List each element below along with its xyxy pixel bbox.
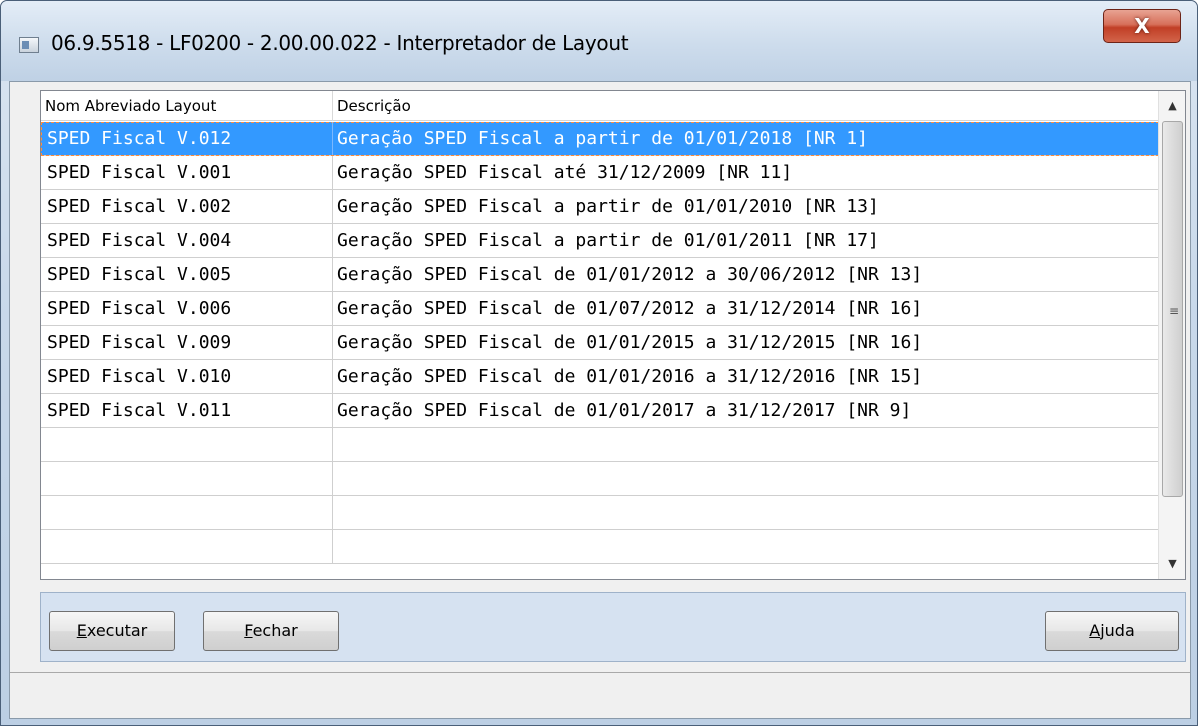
close-button[interactable]: X bbox=[1103, 9, 1181, 43]
executar-mnemonic: E bbox=[76, 621, 87, 640]
fechar-label: echar bbox=[252, 621, 298, 640]
table-row[interactable] bbox=[41, 496, 1159, 530]
cell-nome bbox=[41, 428, 333, 461]
fechar-mnemonic: F bbox=[244, 621, 253, 640]
scroll-down-icon[interactable]: ▼ bbox=[1159, 549, 1185, 579]
grid-rows: SPED Fiscal V.012 Geração SPED Fiscal a p… bbox=[41, 122, 1159, 564]
cell-nome: SPED Fiscal V.002 bbox=[41, 190, 333, 223]
table-row[interactable]: SPED Fiscal V.004 Geração SPED Fiscal a p… bbox=[41, 224, 1159, 258]
table-row[interactable]: SPED Fiscal V.001 Geração SPED Fiscal até… bbox=[41, 156, 1159, 190]
layout-grid[interactable]: Nom Abreviado Layout Descrição SPED Fisc… bbox=[40, 90, 1186, 580]
table-row[interactable]: SPED Fiscal V.010 Geração SPED Fiscal de … bbox=[41, 360, 1159, 394]
scroll-up-icon[interactable]: ▲ bbox=[1159, 91, 1185, 121]
window-title: 06.9.5518 - LF0200 - 2.00.00.022 - Inter… bbox=[51, 31, 629, 55]
table-row[interactable]: SPED Fiscal V.002 Geração SPED Fiscal a p… bbox=[41, 190, 1159, 224]
client-area: Nom Abreviado Layout Descrição SPED Fisc… bbox=[9, 81, 1191, 719]
table-row[interactable]: SPED Fiscal V.011 Geração SPED Fiscal de … bbox=[41, 394, 1159, 428]
table-row[interactable] bbox=[41, 428, 1159, 462]
ajuda-label: juda bbox=[1100, 621, 1135, 640]
cell-descricao: Geração SPED Fiscal de 01/01/2012 a 30/0… bbox=[337, 264, 923, 285]
ajuda-button[interactable]: Ajuda bbox=[1045, 611, 1179, 651]
cell-descricao: Geração SPED Fiscal de 01/01/2016 a 31/1… bbox=[337, 366, 923, 387]
cell-nome bbox=[41, 462, 333, 495]
cell-nome: SPED Fiscal V.001 bbox=[41, 156, 333, 189]
cell-nome: SPED Fiscal V.009 bbox=[41, 326, 333, 359]
cell-nome: SPED Fiscal V.005 bbox=[41, 258, 333, 291]
cell-nome: SPED Fiscal V.010 bbox=[41, 360, 333, 393]
column-header-nome[interactable]: Nom Abreviado Layout bbox=[41, 91, 333, 121]
cell-descricao: Geração SPED Fiscal de 01/01/2017 a 31/1… bbox=[337, 400, 912, 421]
button-bar: Executar Fechar Ajuda bbox=[40, 592, 1186, 662]
cell-descricao bbox=[333, 496, 1159, 529]
table-row[interactable]: SPED Fiscal V.012 Geração SPED Fiscal a p… bbox=[41, 122, 1159, 156]
cell-descricao: Geração SPED Fiscal a partir de 01/01/20… bbox=[337, 196, 879, 217]
cell-descricao: Geração SPED Fiscal a partir de 01/01/20… bbox=[337, 128, 869, 149]
executar-label: xecutar bbox=[86, 621, 148, 640]
cell-descricao: Geração SPED Fiscal a partir de 01/01/20… bbox=[337, 230, 879, 251]
table-row[interactable] bbox=[41, 530, 1159, 564]
app-icon[interactable] bbox=[19, 37, 39, 53]
table-row[interactable]: SPED Fiscal V.006 Geração SPED Fiscal de … bbox=[41, 292, 1159, 326]
cell-nome bbox=[41, 496, 333, 529]
cell-nome: SPED Fiscal V.004 bbox=[41, 224, 333, 257]
cell-descricao bbox=[333, 462, 1159, 495]
ajuda-mnemonic: A bbox=[1089, 621, 1101, 640]
table-row[interactable] bbox=[41, 462, 1159, 496]
executar-button[interactable]: Executar bbox=[49, 611, 175, 651]
grid-header: Nom Abreviado Layout Descrição bbox=[41, 91, 1159, 121]
vertical-scrollbar[interactable]: ▲ ≡ ▼ bbox=[1158, 91, 1185, 579]
status-bar bbox=[10, 672, 1190, 718]
grip-icon: ≡ bbox=[1169, 304, 1180, 318]
table-row[interactable]: SPED Fiscal V.009 Geração SPED Fiscal de … bbox=[41, 326, 1159, 360]
application-window: 06.9.5518 - LF0200 - 2.00.00.022 - Inter… bbox=[0, 0, 1198, 726]
table-row[interactable]: SPED Fiscal V.005 Geração SPED Fiscal de … bbox=[41, 258, 1159, 292]
cell-descricao bbox=[333, 530, 1159, 563]
cell-descricao: Geração SPED Fiscal até 31/12/2009 [NR 1… bbox=[337, 162, 793, 183]
fechar-button[interactable]: Fechar bbox=[203, 611, 339, 651]
cell-nome bbox=[41, 530, 333, 563]
title-bar[interactable]: 06.9.5518 - LF0200 - 2.00.00.022 - Inter… bbox=[1, 1, 1197, 81]
column-header-descricao[interactable]: Descrição bbox=[333, 91, 1159, 121]
cell-nome: SPED Fiscal V.012 bbox=[41, 122, 333, 155]
cell-nome: SPED Fiscal V.006 bbox=[41, 292, 333, 325]
cell-descricao: Geração SPED Fiscal de 01/07/2012 a 31/1… bbox=[337, 298, 923, 319]
cell-nome: SPED Fiscal V.011 bbox=[41, 394, 333, 427]
cell-descricao bbox=[333, 428, 1159, 461]
scroll-thumb[interactable]: ≡ bbox=[1162, 121, 1183, 497]
cell-descricao: Geração SPED Fiscal de 01/01/2015 a 31/1… bbox=[337, 332, 923, 353]
